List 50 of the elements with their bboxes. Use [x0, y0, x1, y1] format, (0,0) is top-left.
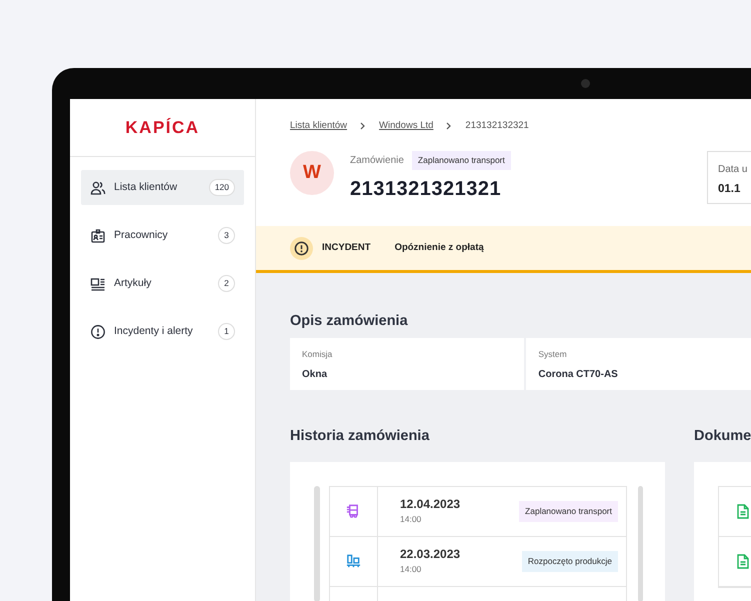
sidebar-label: Incydenty i alerty: [114, 324, 193, 339]
sidebar-label: Pracownicy: [114, 228, 168, 243]
count-badge: 120: [208, 179, 235, 196]
count-badge: 3: [218, 227, 235, 244]
history-row[interactable]: 22.03.2023 14:00 Rozpoczęto produkcje: [330, 536, 626, 587]
count-badge: 2: [218, 275, 235, 292]
sidebar-label: Artykuły: [114, 276, 152, 291]
chevron-icon: [446, 122, 452, 130]
status-tag: Rozpoczęto produkcje: [522, 550, 618, 572]
history-date: 12.04.2023: [400, 496, 460, 513]
id-card-icon: [90, 228, 106, 244]
article-icon: [90, 276, 106, 292]
breadcrumb-current: 213132132321: [465, 119, 529, 133]
incident-tag: INCYDENT: [322, 240, 371, 256]
document-icon: [737, 504, 749, 519]
section-title: Historia zamówienia: [290, 428, 430, 446]
sidebar-item[interactable]: Lista klientów 120: [81, 170, 244, 205]
date-label: Data u: [718, 163, 748, 178]
history-row[interactable]: 12.04.2023 14:00 Zaplanowano transport: [330, 486, 626, 537]
field-label: System: [538, 348, 568, 362]
field-value: Corona CT70-AS: [538, 368, 619, 382]
count-badge: 1: [218, 323, 235, 340]
section-title: Opis zamówienia: [290, 313, 409, 330]
field-value: Okna: [302, 368, 328, 382]
history-time: 14:00: [400, 562, 422, 576]
date-value: 01.1: [718, 182, 742, 198]
sidebar-item[interactable]: Pracownicy 3: [81, 218, 244, 253]
order-type-label: Zamówienie: [350, 154, 404, 168]
chevron-icon: [360, 122, 366, 130]
field-label: Komisja: [302, 348, 334, 362]
document-icon: [737, 554, 749, 569]
section-title: Dokume: [694, 428, 751, 446]
alert-icon: [90, 324, 106, 340]
camera-icon: [581, 79, 590, 88]
history-date: 22.03.2023: [400, 546, 460, 563]
order-number: 2131321321321: [350, 177, 502, 202]
breadcrumb-link[interactable]: Windows Ltd: [379, 119, 434, 134]
breadcrumb-link[interactable]: Lista klientów: [290, 119, 348, 134]
scrollbar[interactable]: [638, 486, 643, 601]
status-tag: Zaplanowano transport: [519, 500, 618, 522]
logo: KAPÍCA: [125, 116, 200, 139]
status-tag: Zaplanowano transport: [412, 151, 511, 170]
incident-text: Opóznienie z opłatą: [394, 240, 484, 255]
users-icon: [90, 180, 106, 196]
history-time: 14:00: [400, 512, 422, 526]
sidebar-item[interactable]: Artykuły 2: [81, 266, 244, 301]
avatar: W: [290, 151, 334, 196]
alert-icon: [290, 236, 313, 260]
sidebar-item[interactable]: Incydenty i alerty 1: [81, 314, 244, 349]
sidebar-label: Lista klientów: [114, 180, 178, 195]
